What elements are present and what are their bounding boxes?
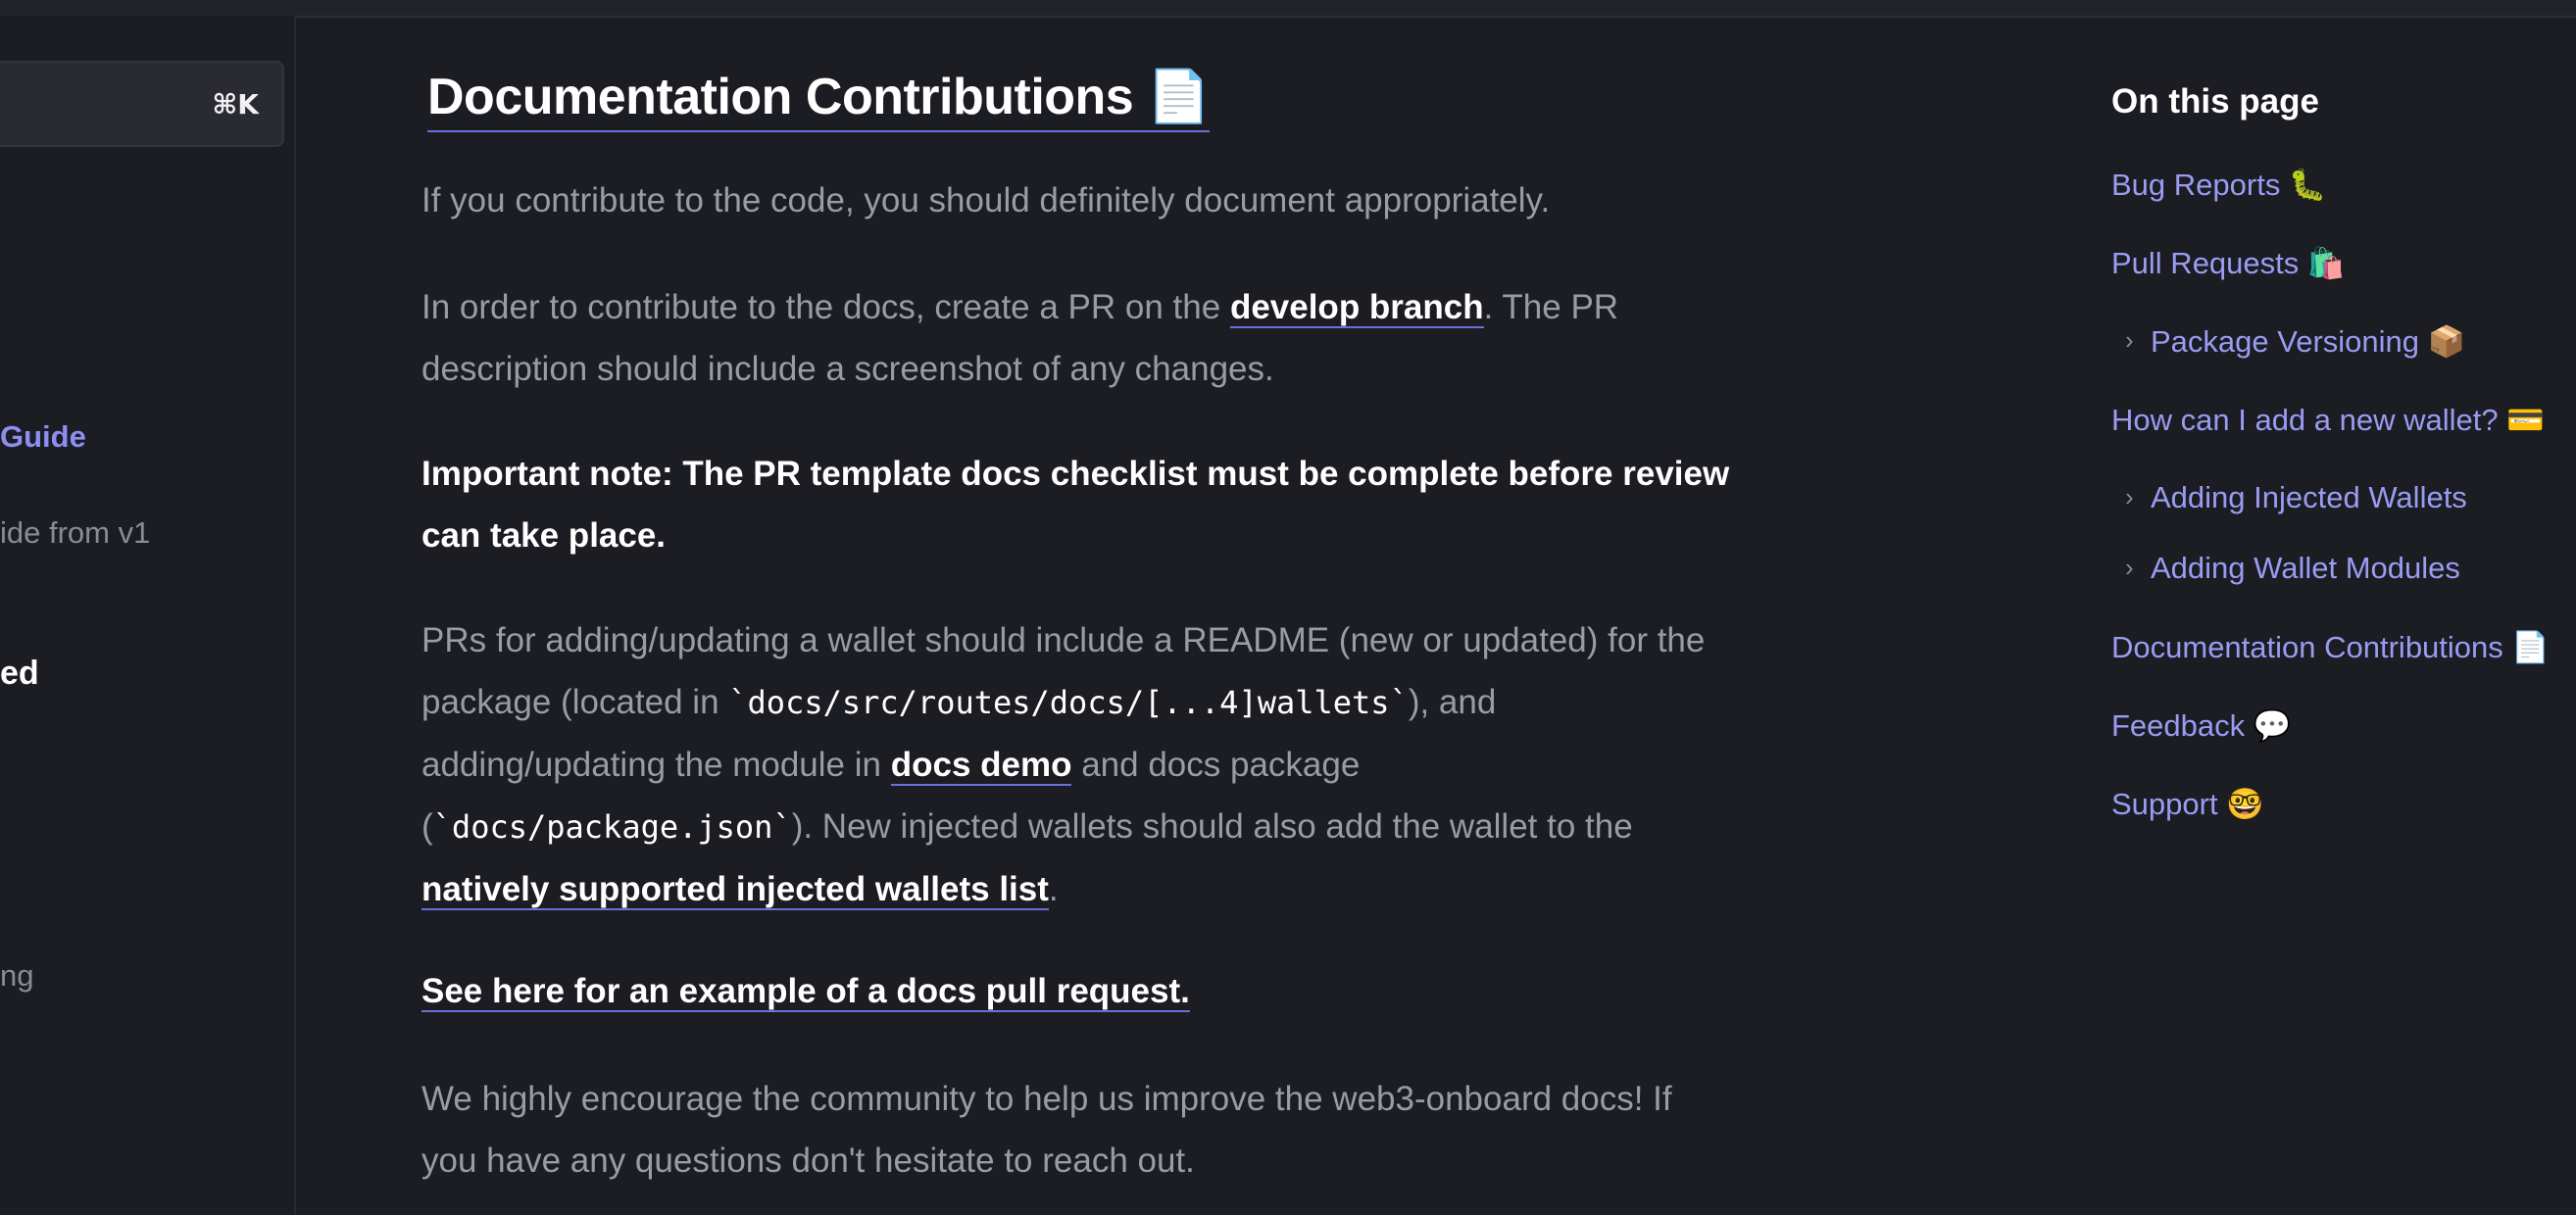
toc-item-adding-injected-wallets[interactable]: › Adding Injected Wallets xyxy=(2125,480,2467,515)
chevron-right-icon: › xyxy=(2125,553,2134,582)
toc-item-label: Adding Wallet Modules xyxy=(2151,551,2460,585)
injected-wallets-list-link[interactable]: natively supported injected wallets list xyxy=(421,870,1049,910)
page-emoji-icon: 📄 xyxy=(1147,68,1211,126)
toc-heading: On this page xyxy=(2111,82,2319,121)
example-pr-paragraph: See here for an example of a docs pull r… xyxy=(421,960,1735,1022)
package-json-code: `docs/package.json` xyxy=(432,808,792,846)
toc-item-bug-reports[interactable]: Bug Reports 🐛 xyxy=(2111,167,2327,203)
sidebar-item-migration-guide[interactable]: ide from v1 xyxy=(0,515,150,551)
sidebar-section-heading: ed xyxy=(0,655,39,692)
toc-item-feedback[interactable]: Feedback 💬 xyxy=(2111,707,2291,744)
wallet-pr-paragraph: PRs for adding/updating a wallet should … xyxy=(421,609,1735,920)
toc-item-label: Adding Injected Wallets xyxy=(2151,480,2467,514)
toc-item-package-versioning[interactable]: › Package Versioning 📦 xyxy=(2125,323,2466,360)
example-pr-link[interactable]: See here for an example of a docs pull r… xyxy=(421,972,1190,1012)
text: In order to contribute to the docs, crea… xyxy=(421,288,1230,326)
search-input[interactable]: ⌘K xyxy=(0,61,284,147)
toc-item-support[interactable]: Support 🤓 xyxy=(2111,786,2264,822)
wallets-path-code: `docs/src/routes/docs/[...4]wallets` xyxy=(728,684,1409,721)
text: . xyxy=(1048,870,1059,908)
intro-paragraph: If you contribute to the code, you shoul… xyxy=(421,181,1551,219)
page-title-text: Documentation Contributions xyxy=(427,69,1134,125)
important-note: Important note: The PR template docs che… xyxy=(421,455,1730,555)
community-paragraph: We highly encourage the community to hel… xyxy=(421,1080,1672,1180)
toc-item-pull-requests[interactable]: Pull Requests 🛍️ xyxy=(2111,245,2345,281)
text: ). New injected wallets should also add … xyxy=(791,807,1633,846)
sidebar-item[interactable]: ng xyxy=(0,958,33,994)
pr-paragraph: In order to contribute to the docs, crea… xyxy=(421,276,1735,400)
sidebar-item-guide[interactable]: Guide xyxy=(0,419,86,455)
sidebar: ⌘K Guide ide from v1 ed ng xyxy=(0,16,296,1215)
develop-branch-link[interactable]: develop branch xyxy=(1229,288,1484,328)
chevron-right-icon: › xyxy=(2125,325,2134,355)
toc-item-documentation-contributions[interactable]: Documentation Contributions 📄 xyxy=(2111,629,2550,665)
toc-item-adding-wallet-modules[interactable]: › Adding Wallet Modules xyxy=(2125,551,2460,586)
toc-item-add-new-wallet[interactable]: How can I add a new wallet? 💳 xyxy=(2111,402,2545,438)
page-title: Documentation Contributions 📄 xyxy=(427,67,1211,132)
toc-item-label: Package Versioning 📦 xyxy=(2151,324,2466,359)
docs-demo-link[interactable]: docs demo xyxy=(890,746,1072,786)
chevron-right-icon: › xyxy=(2125,482,2134,511)
search-shortcut-hint: ⌘K xyxy=(212,88,259,121)
top-bar xyxy=(0,0,2576,18)
